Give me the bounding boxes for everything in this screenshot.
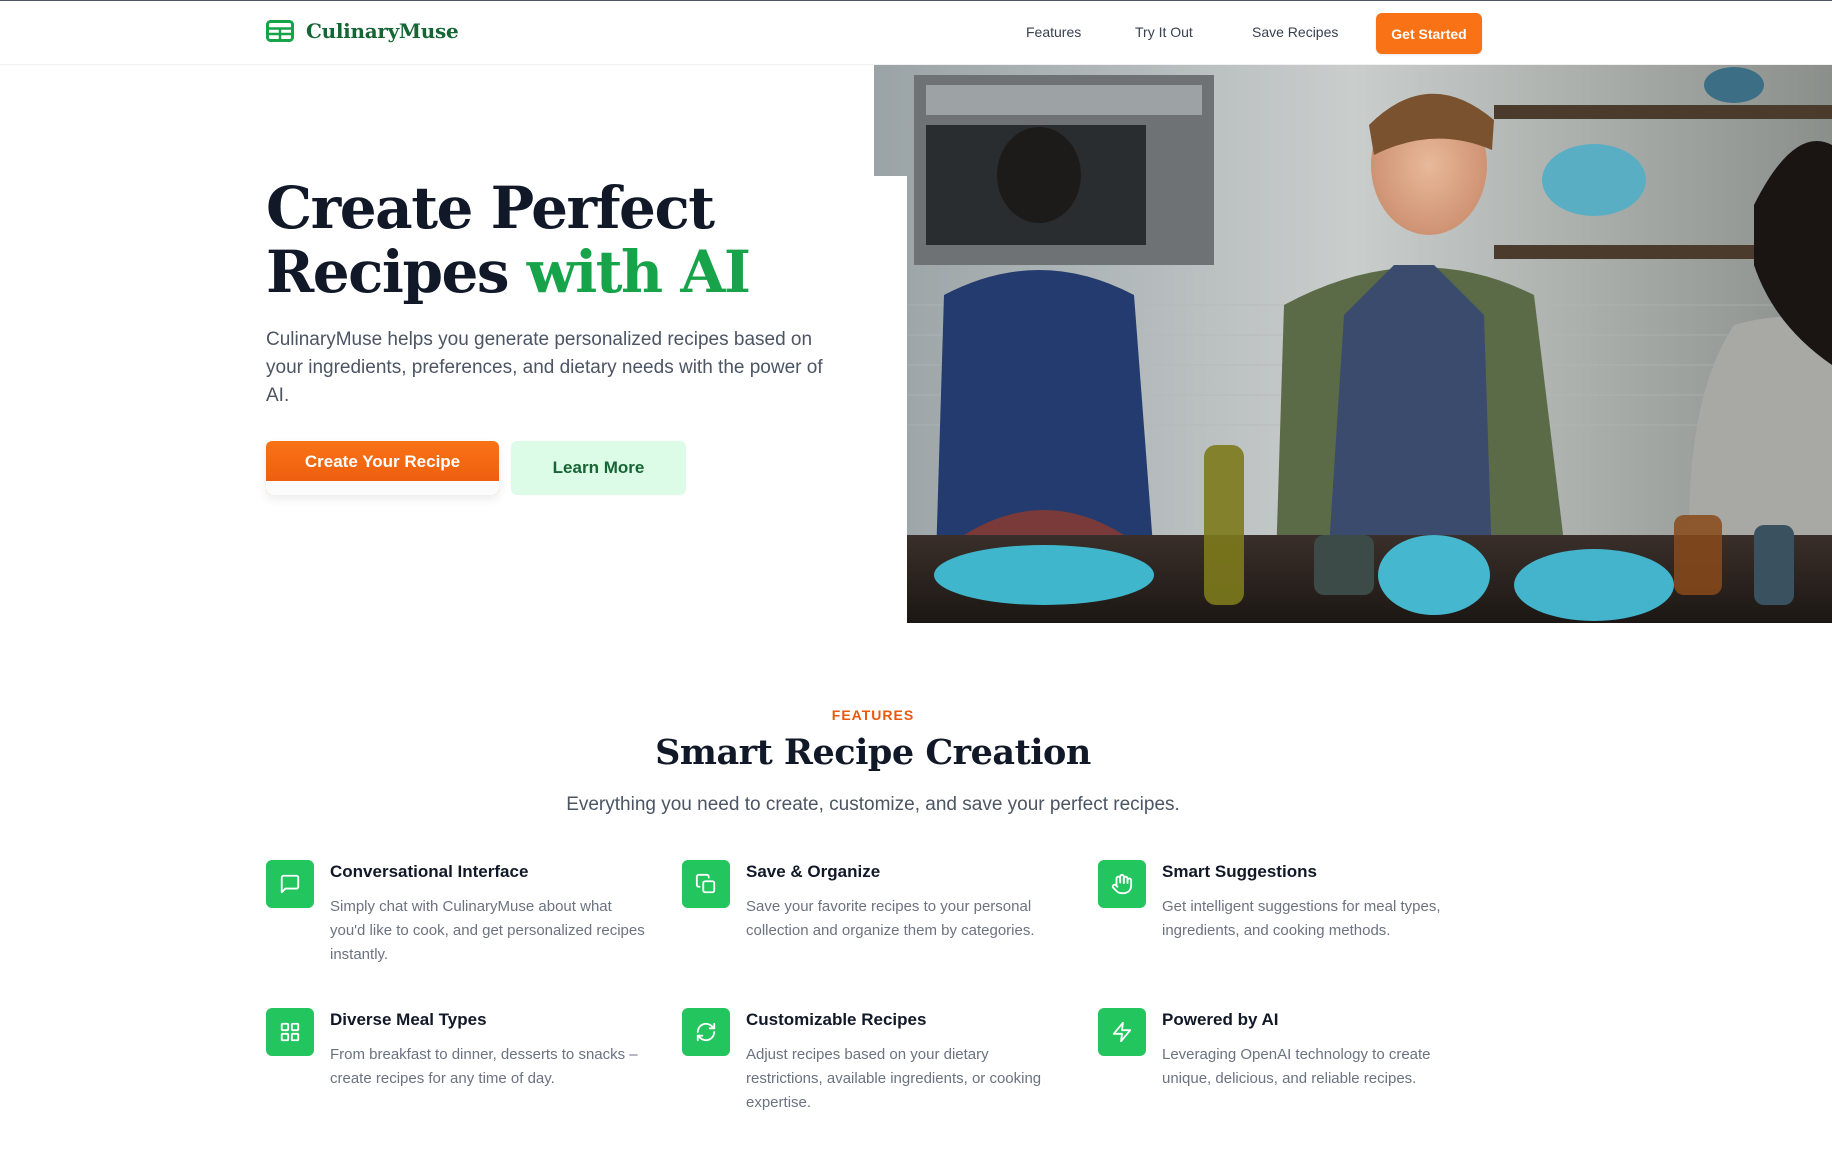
chat-icon <box>266 860 314 908</box>
logo-text: CulinaryMuse <box>306 19 459 43</box>
lightning-icon <box>1098 1008 1146 1056</box>
feature-description: Simply chat with CulinaryMuse about what… <box>330 898 645 963</box>
hero-title-accent: with AI <box>526 238 751 306</box>
get-started-button[interactable]: Get Started <box>1376 13 1482 54</box>
hero-title-line2: Recipes <box>266 238 527 306</box>
feature-title: Conversational Interface <box>330 862 529 881</box>
feature-title: Smart Suggestions <box>1162 862 1317 881</box>
hero-image-notch <box>874 176 907 623</box>
nav-try-it-out[interactable]: Try It Out <box>1135 24 1193 40</box>
feature-description: Save your favorite recipes to your perso… <box>746 898 1035 939</box>
hero-image <box>874 65 1832 623</box>
learn-more-button[interactable]: Learn More <box>511 441 686 495</box>
hero-title-line1: Create Perfect <box>266 174 715 242</box>
feature-description: Leveraging OpenAI technology to create u… <box>1162 1046 1431 1087</box>
feature-description: From breakfast to dinner, desserts to sn… <box>330 1046 638 1087</box>
feature-title: Diverse Meal Types <box>330 1010 487 1029</box>
feature-title: Powered by AI <box>1162 1010 1279 1029</box>
features-title: Smart Recipe Creation <box>655 732 1091 773</box>
copy-icon <box>682 860 730 908</box>
feature-description: Get intelligent suggestions for meal typ… <box>1162 898 1441 939</box>
feature-title: Customizable Recipes <box>746 1010 927 1029</box>
hero-description: CulinaryMuse helps you generate personal… <box>266 329 823 406</box>
refresh-icon <box>682 1008 730 1056</box>
hand-icon <box>1098 860 1146 908</box>
feature-description: Adjust recipes based on your dietary res… <box>746 1046 1042 1111</box>
features-subtitle: Everything you need to create, customize… <box>566 794 1180 815</box>
hero-title: Create Perfect Recipes with AI <box>266 174 751 306</box>
nav-save-recipes[interactable]: Save Recipes <box>1252 24 1338 40</box>
logo[interactable]: CulinaryMuse <box>266 19 459 43</box>
menu-book-icon <box>266 20 294 42</box>
site-header: CulinaryMuse Features Try It Out Save Re… <box>0 1 1832 65</box>
feature-title: Save & Organize <box>746 862 881 881</box>
nav-features[interactable]: Features <box>1026 24 1081 40</box>
features-eyebrow: FEATURES <box>831 707 915 723</box>
create-recipe-button[interactable]: Create Your Recipe <box>266 441 499 495</box>
grid-icon <box>266 1008 314 1056</box>
